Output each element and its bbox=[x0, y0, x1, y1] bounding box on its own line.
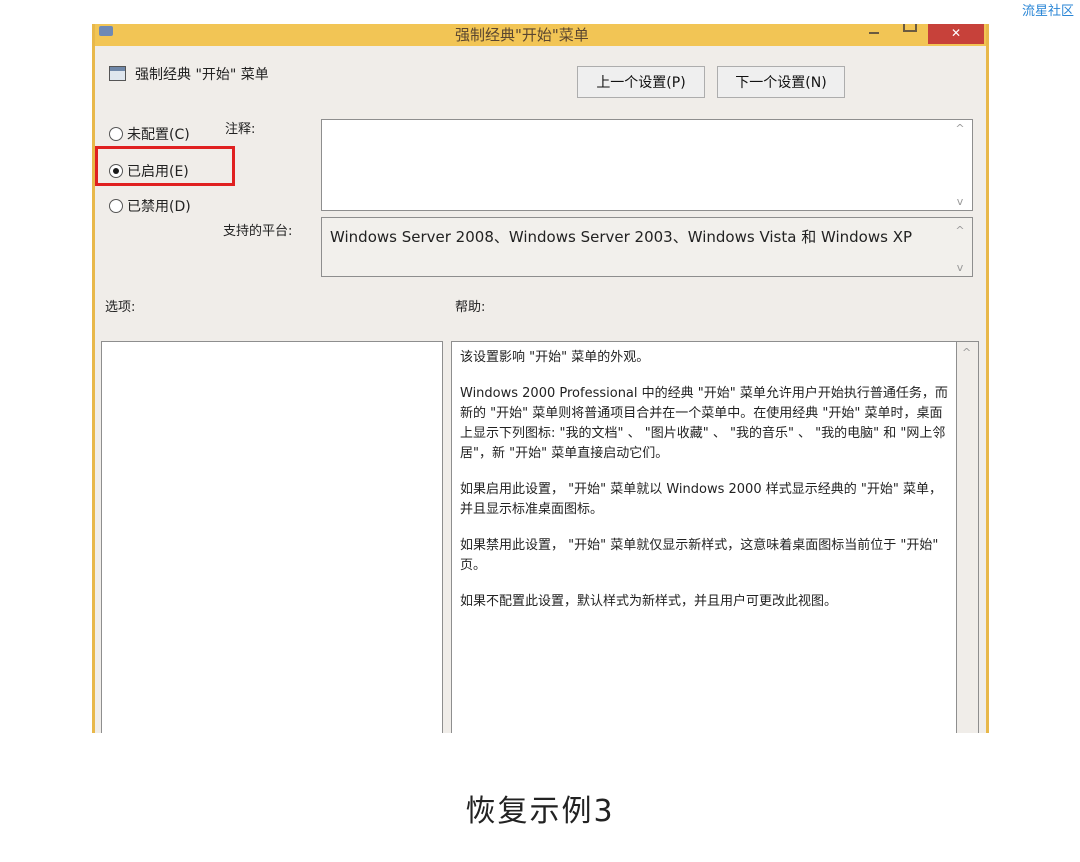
window-title: 强制经典"开始"菜单 bbox=[455, 26, 589, 44]
radio-disabled-label: 已禁用(D) bbox=[127, 199, 191, 215]
radio-disabled[interactable]: 已禁用(D) bbox=[109, 196, 191, 216]
help-panel: 该设置影响 "开始" 菜单的外观。 Windows 2000 Professio… bbox=[451, 341, 957, 733]
supported-platform-label: 支持的平台: bbox=[223, 224, 293, 239]
options-label: 选项: bbox=[105, 300, 136, 315]
previous-setting-button[interactable]: 上一个设置(P) bbox=[577, 66, 705, 98]
next-setting-button[interactable]: 下一个设置(N) bbox=[717, 66, 845, 98]
help-paragraph: 如果禁用此设置， "开始" 菜单就仅显示新样式，这意味着桌面图标当前位于 "开始… bbox=[460, 538, 939, 573]
radio-selected-icon[interactable] bbox=[109, 164, 123, 178]
policy-editor-window: 强制经典"开始"菜单 ✕ 强制经典 "开始" 菜单 上一个设置(P) 下一个设置… bbox=[92, 24, 989, 733]
title-bar: 强制经典"开始"菜单 ✕ bbox=[95, 24, 986, 46]
supported-platform-text: Windows Server 2008、Windows Server 2003、… bbox=[330, 228, 913, 246]
policy-title: 强制经典 "开始" 菜单 bbox=[135, 67, 269, 83]
help-label: 帮助: bbox=[455, 300, 486, 315]
radio-circle-icon[interactable] bbox=[109, 199, 123, 213]
close-button[interactable]: ✕ bbox=[928, 24, 984, 44]
scroll-up-icon[interactable]: ^ bbox=[954, 224, 966, 237]
radio-enabled-label: 已启用(E) bbox=[127, 164, 189, 180]
minimize-icon[interactable] bbox=[869, 28, 885, 34]
caption: 恢复示例3 bbox=[465, 794, 615, 829]
comment-label: 注释: bbox=[225, 122, 256, 137]
supported-platform-box: Windows Server 2008、Windows Server 2003、… bbox=[321, 217, 973, 277]
scroll-down-icon[interactable]: v bbox=[954, 261, 966, 274]
help-paragraph: 该设置影响 "开始" 菜单的外观。 bbox=[460, 350, 650, 365]
radio-not-configured-label: 未配置(C) bbox=[127, 127, 190, 143]
comment-textarea[interactable]: ^ v bbox=[321, 119, 973, 211]
help-paragraph: Windows 2000 Professional 中的经典 "开始" 菜单允许… bbox=[460, 386, 948, 461]
scroll-down-icon[interactable]: v bbox=[954, 195, 966, 208]
radio-circle-icon[interactable] bbox=[109, 127, 123, 141]
radio-enabled[interactable]: 已启用(E) bbox=[109, 161, 189, 181]
maximize-icon[interactable] bbox=[903, 24, 917, 32]
watermark: 流星社区 bbox=[1021, 4, 1074, 19]
app-icon bbox=[99, 26, 113, 36]
help-paragraph: 如果不配置此设置，默认样式为新样式，并且用户可更改此视图。 bbox=[460, 594, 838, 609]
options-panel bbox=[101, 341, 443, 733]
scroll-up-icon[interactable]: ^ bbox=[962, 346, 971, 359]
help-paragraph: 如果启用此设置， "开始" 菜单就以 Windows 2000 样式显示经典的 … bbox=[460, 482, 942, 517]
scroll-up-icon[interactable]: ^ bbox=[954, 122, 966, 135]
help-scrollbar[interactable]: ^ bbox=[957, 341, 979, 733]
radio-not-configured[interactable]: 未配置(C) bbox=[109, 124, 190, 144]
policy-icon bbox=[109, 66, 126, 81]
